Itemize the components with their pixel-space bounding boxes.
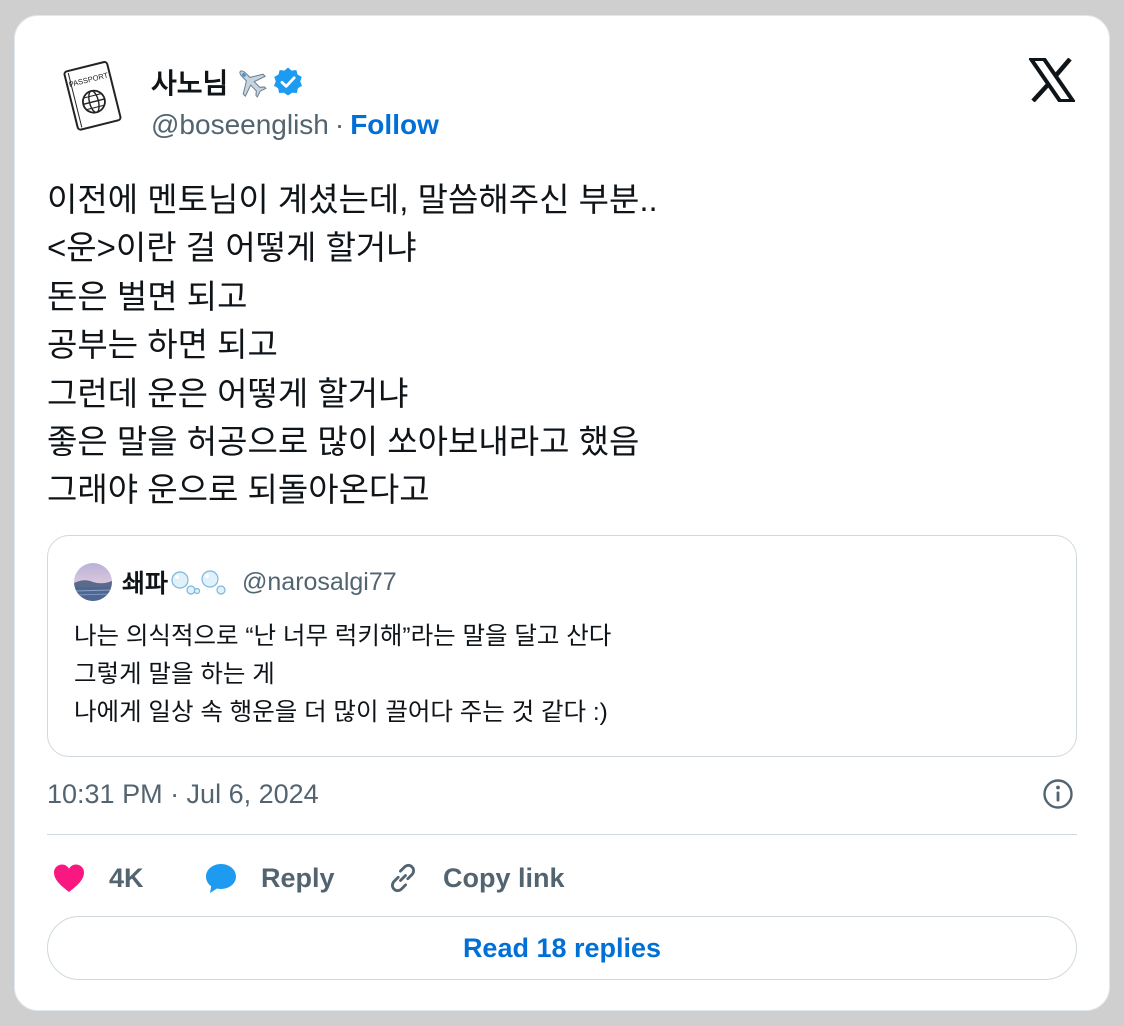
action-bar: 4K Reply Copy link	[51, 856, 565, 900]
copy-link-button[interactable]: Copy link	[385, 860, 565, 896]
separator-dot: ·	[334, 109, 345, 140]
tweet-line: 좋은 말을 허공으로 많이 쏘아보내라고 했음	[47, 423, 640, 461]
reply-label: Reply	[261, 862, 335, 893]
author-handle-row: @boseenglish · Follow	[151, 107, 439, 143]
like-button[interactable]: 4K	[51, 860, 203, 896]
author-name-row: 사노님	[151, 64, 304, 100]
x-logo-icon[interactable]	[1029, 58, 1075, 102]
sea-landscape-icon	[74, 563, 112, 601]
link-icon	[391, 863, 415, 893]
verified-badge-icon[interactable]	[272, 66, 304, 98]
tweet-card: PASSPORT 사노님 @boseenglish · Follow 이전에 멘…	[14, 15, 1110, 1011]
quoted-line: 그렇게 말을 하는 게	[74, 661, 275, 688]
quoted-handle: @narosalgi77	[242, 567, 397, 596]
divider	[47, 834, 1077, 835]
author-display-name[interactable]: 사노님	[151, 62, 228, 102]
reply-button[interactable]: Reply	[203, 860, 385, 896]
quoted-tweet[interactable]: 쇄파 @narosalgi77 나는 의식적으로 “난 너무 럭키해”라는 말을…	[47, 535, 1077, 757]
quoted-body: 나는 의식적으로 “난 너무 럭키해”라는 말을 달고 산다 그렇게 말을 하는…	[74, 618, 611, 732]
follow-button[interactable]: Follow	[350, 109, 439, 141]
speech-bubble-icon	[206, 864, 236, 893]
tweet-line: <운>이란 걸 어떻게 할거냐	[47, 229, 417, 267]
quoted-header: 쇄파 @narosalgi77	[74, 562, 397, 602]
tweet-line: 이전에 멘토님이 계셨는데, 말씀해주신 부분..	[47, 181, 658, 218]
bubbles-emoji-icon	[170, 566, 230, 598]
airplane-emoji-icon	[239, 70, 267, 98]
like-count: 4K	[109, 862, 144, 893]
copy-link-label: Copy link	[443, 862, 565, 893]
quoted-line: 나에게 일상 속 행운을 더 많이 끌어다 주는 것 같다 :)	[74, 699, 608, 726]
tweet-timestamp[interactable]: 10:31 PM · Jul 6, 2024	[47, 776, 319, 812]
tweet-line: 그래야 운으로 되돌아온다고	[47, 471, 430, 509]
passport-icon: PASSPORT	[49, 54, 135, 140]
heart-icon	[54, 864, 84, 892]
tweet-line: 그런데 운은 어떻게 할거냐	[47, 374, 409, 412]
tweet-line: 공부는 하면 되고	[47, 326, 278, 364]
tweet-line: 돈은 벌면 되고	[47, 277, 248, 315]
info-icon[interactable]	[1041, 777, 1075, 811]
read-replies-button[interactable]: Read 18 replies	[47, 916, 1077, 980]
quoted-line: 나는 의식적으로 “난 너무 럭키해”라는 말을 달고 산다	[74, 623, 612, 650]
quoted-avatar	[74, 563, 112, 601]
tweet-body: 이전에 멘토님이 계셨는데, 말씀해주신 부분.. <운>이란 걸 어떻게 할거…	[47, 176, 1067, 515]
author-handle[interactable]: @boseenglish	[151, 109, 329, 141]
author-avatar[interactable]: PASSPORT	[49, 54, 135, 140]
quoted-display-name: 쇄파	[122, 570, 169, 598]
